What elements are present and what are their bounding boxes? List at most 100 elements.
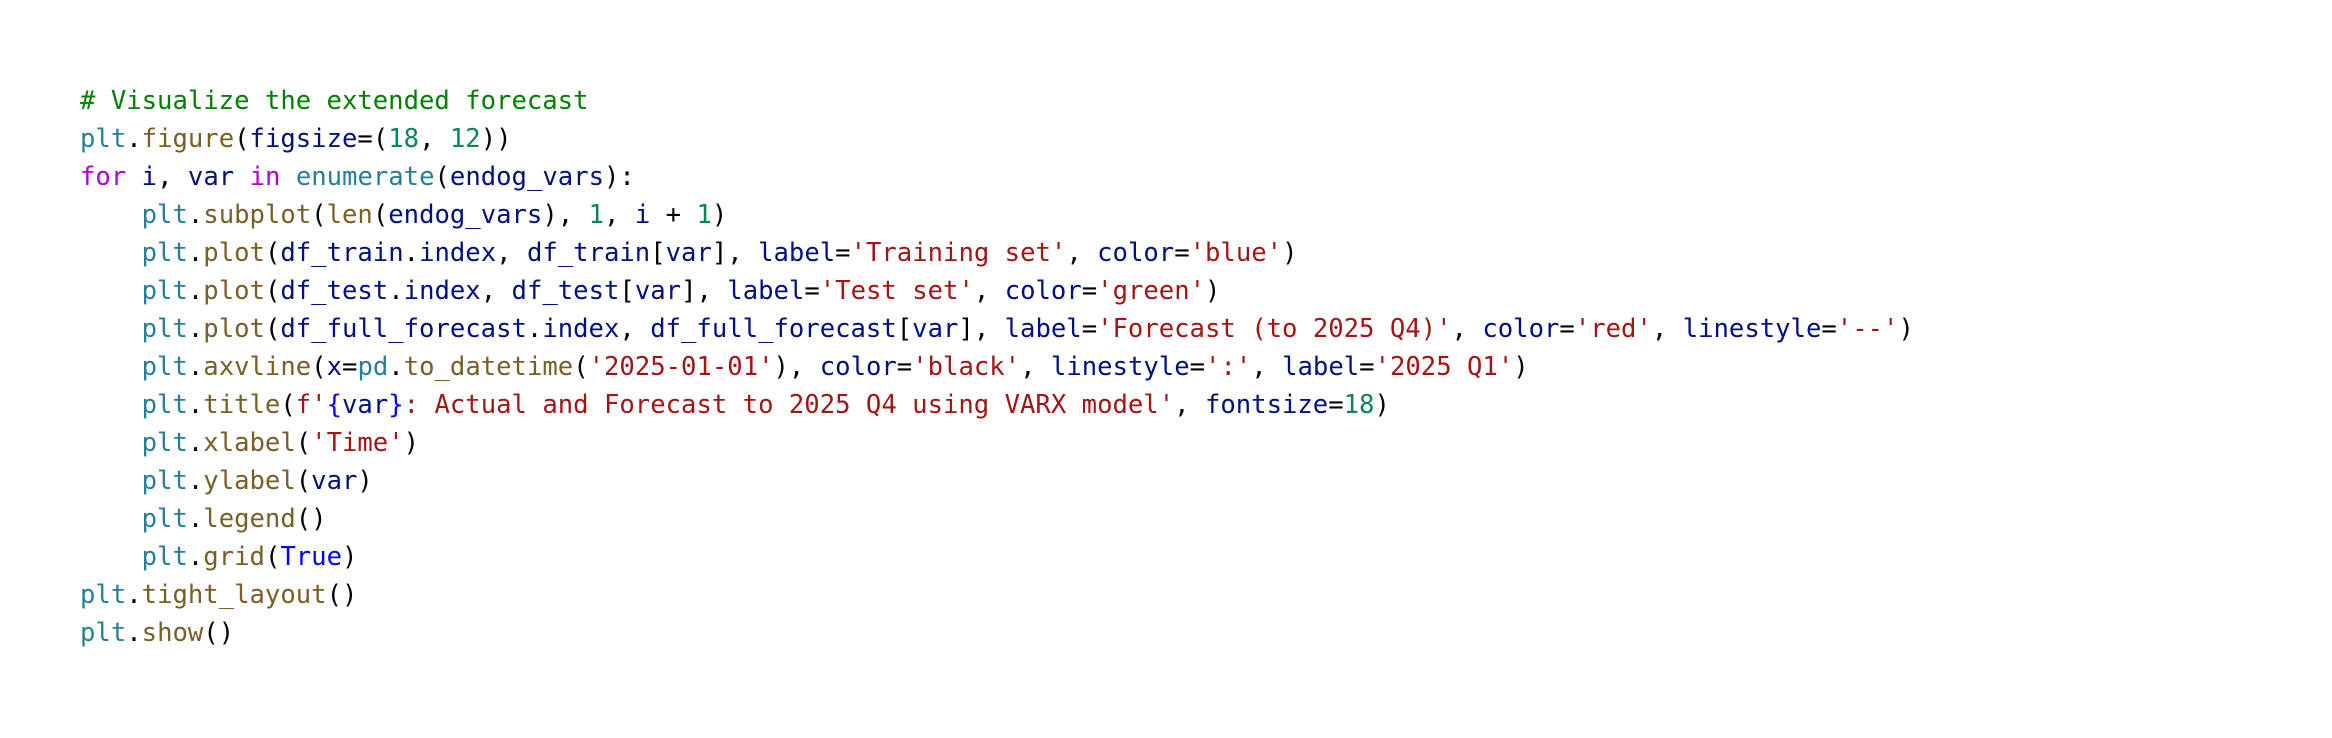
code-line[interactable]: plt.subplot(len(endog_vars), 1, i + 1) — [80, 196, 1914, 234]
code-line[interactable]: plt.xlabel('Time') — [80, 424, 1914, 462]
punctuation-token: ( — [434, 162, 450, 192]
variable-token: df_full_forecast — [280, 314, 527, 344]
code-line[interactable]: plt.legend() — [80, 500, 1914, 538]
punctuation-token: ) — [711, 200, 728, 230]
string-token: f' — [295, 390, 327, 420]
punctuation-token — [80, 542, 142, 572]
punctuation-token: , — [480, 276, 512, 306]
variable-token: linestyle — [1050, 352, 1190, 382]
punctuation-token: . — [187, 238, 204, 268]
variable-token: var — [912, 314, 959, 344]
punctuation-token: = — [835, 238, 851, 268]
code-line[interactable]: plt.plot(df_train.index, df_train[var], … — [80, 234, 1914, 272]
punctuation-token: . — [187, 352, 204, 382]
string-token: : Actual and Forecast to 2025 Q4 using V… — [403, 390, 1175, 420]
number-token: 12 — [449, 124, 481, 154]
punctuation-token — [280, 162, 295, 192]
variable-token: index — [542, 314, 620, 344]
function-token: len — [326, 200, 373, 230]
variable-token: var — [665, 238, 712, 268]
variable-token: var — [634, 276, 682, 306]
number-token: 1 — [588, 200, 604, 230]
variable-token: i — [634, 200, 651, 230]
module-token: plt — [141, 542, 188, 572]
punctuation-token: )) — [480, 124, 512, 154]
punctuation-token — [126, 162, 141, 192]
code-line[interactable]: plt.show() — [80, 614, 1914, 652]
variable-token: color — [1097, 238, 1175, 268]
punctuation-token: , — [157, 162, 188, 192]
punctuation-token: ) — [1374, 390, 1390, 420]
punctuation-token — [80, 352, 142, 382]
punctuation-token — [80, 390, 142, 420]
punctuation-token: ) — [357, 466, 373, 496]
punctuation-token: = — [1821, 314, 1837, 344]
keyword-token: for — [80, 162, 127, 192]
punctuation-token: , — [1174, 390, 1205, 420]
punctuation-token: = — [1559, 314, 1575, 344]
punctuation-token: , — [496, 238, 527, 268]
punctuation-token — [80, 428, 142, 458]
code-line[interactable]: plt.tight_layout() — [80, 576, 1914, 614]
function-token: figure — [141, 124, 235, 154]
string-token: '2025 Q1' — [1374, 352, 1514, 382]
code-line[interactable]: plt.plot(df_full_forecast.index, df_full… — [80, 310, 1914, 348]
function-token: show — [141, 618, 204, 648]
punctuation-token: . — [126, 580, 142, 610]
punctuation-token: = — [1174, 238, 1190, 268]
variable-token: color — [819, 352, 897, 382]
string-token: 'Time' — [311, 428, 404, 458]
punctuation-token: . — [526, 314, 543, 344]
code-line[interactable]: # Visualize the extended forecast — [80, 82, 1914, 120]
constant-token: True — [280, 542, 342, 572]
keyword-token: in — [249, 162, 281, 192]
code-line[interactable]: for i, var in enumerate(endog_vars): — [80, 158, 1914, 196]
string-token: 'Training set' — [850, 238, 1067, 268]
punctuation-token — [80, 200, 142, 230]
function-token: axvline — [203, 352, 312, 382]
punctuation-token: = — [1081, 276, 1098, 306]
punctuation-token: . — [187, 276, 204, 306]
code-line[interactable]: plt.ylabel(var) — [80, 462, 1914, 500]
string-token: 'red' — [1574, 314, 1652, 344]
code-editor[interactable]: # Visualize the extended forecast plt.fig… — [0, 0, 2332, 738]
punctuation-token: . — [388, 276, 404, 306]
variable-token: x — [326, 352, 343, 382]
punctuation-token: . — [187, 466, 204, 496]
code-line[interactable]: plt.figure(figsize=(18, 12)) — [80, 120, 1914, 158]
punctuation-token — [80, 314, 142, 344]
string-token: '2025-01-01' — [588, 352, 774, 382]
punctuation-token: ) — [1282, 238, 1298, 268]
module-token: plt — [80, 124, 127, 154]
module-token: plt — [141, 504, 188, 534]
punctuation-token: () — [295, 504, 327, 534]
punctuation-token: ], — [711, 238, 759, 268]
function-token: grid — [203, 542, 265, 572]
variable-token: endog_vars — [449, 162, 605, 192]
punctuation-token: ) — [403, 428, 420, 458]
punctuation-token: ( — [372, 200, 389, 230]
punctuation-token: = — [342, 352, 358, 382]
number-token: 1 — [696, 200, 712, 230]
punctuation-token: ): — [604, 162, 635, 192]
module-token: plt — [141, 200, 188, 230]
string-token: ':' — [1205, 352, 1252, 382]
code-line[interactable]: plt.plot(df_test.index, df_test[var], la… — [80, 272, 1914, 310]
punctuation-token: . — [187, 314, 204, 344]
punctuation-token: . — [187, 390, 204, 420]
punctuation-token: ( — [295, 466, 312, 496]
code-block[interactable]: # Visualize the extended forecast plt.fig… — [80, 82, 1914, 652]
code-line[interactable]: plt.axvline(x=pd.to_datetime('2025-01-01… — [80, 348, 1914, 386]
variable-token: color — [1004, 276, 1082, 306]
code-line[interactable]: plt.title(f'{var}: Actual and Forecast t… — [80, 386, 1914, 424]
string-token: 'black' — [912, 352, 1021, 382]
code-line[interactable]: plt.grid(True) — [80, 538, 1914, 576]
punctuation-token: . — [126, 124, 142, 154]
function-token: ylabel — [203, 466, 296, 496]
punctuation-token: ], — [681, 276, 728, 306]
variable-token: label — [1004, 314, 1082, 344]
punctuation-token: + — [650, 200, 697, 230]
punctuation-token: ( — [264, 314, 281, 344]
module-token: plt — [141, 314, 188, 344]
punctuation-token: = — [1328, 390, 1344, 420]
